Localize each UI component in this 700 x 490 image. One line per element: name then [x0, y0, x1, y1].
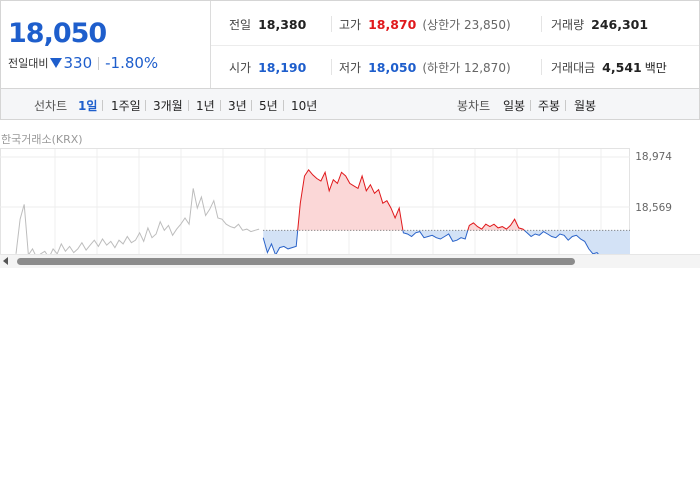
stat-divider — [331, 59, 332, 75]
toolbar-divider — [188, 100, 189, 111]
toolbar-divider — [145, 100, 146, 111]
stat-divider — [541, 16, 542, 32]
stat-high: 고가 18,870 (상한가 23,850) — [339, 15, 511, 33]
change-amount: 330 — [63, 54, 93, 72]
stat-value: 18,190 — [258, 59, 307, 75]
down-triangle-icon — [50, 58, 63, 68]
period-3-month-tab[interactable]: 3개월 — [153, 97, 183, 114]
period-3-year-tab[interactable]: 3년 — [228, 97, 247, 114]
chart-toolbar: 선차트 1일 1주일 3개월 1년 3년 5년 10년 봉차트 일봉 주봉 월봉 — [0, 88, 700, 120]
stock-summary-panel: 18,050 전일대비 330 -1.80% 전일 18,380 고가 18,8… — [0, 0, 700, 89]
chart-fill-areas — [263, 169, 630, 258]
data-source-label: 한국거래소(KRX) — [1, 133, 83, 146]
stat-label: 저가 — [339, 60, 362, 75]
stat-value: 18,380 — [258, 16, 307, 32]
toolbar-divider — [220, 100, 221, 111]
stat-prev-close: 전일 18,380 — [229, 15, 306, 33]
stat-label: 시가 — [229, 60, 252, 75]
y-tick-label: 18,569 — [635, 202, 672, 214]
stat-value: 18,050 — [368, 59, 417, 75]
line-chart-label: 선차트 — [34, 99, 68, 113]
stats-row-divider — [211, 45, 699, 46]
stat-low: 저가 18,050 (하한가 12,870) — [339, 58, 511, 76]
change-divider — [98, 56, 100, 70]
candle-daily-tab[interactable]: 일봉 — [503, 97, 525, 114]
period-5-year-tab[interactable]: 5년 — [259, 97, 278, 114]
stat-value: 246,301 — [591, 16, 649, 32]
candle-weekly-tab[interactable]: 주봉 — [538, 97, 560, 114]
change-row: 전일대비 330 -1.80% — [8, 54, 158, 72]
lower-limit-label: (하한가 12,870) — [422, 60, 511, 75]
stat-divider — [331, 16, 332, 32]
y-tick-label: 18,974 — [635, 151, 672, 163]
stat-label: 고가 — [339, 17, 362, 32]
change-rate: -1.80% — [105, 54, 159, 72]
current-price: 18,050 — [8, 18, 107, 49]
stat-label: 전일 — [229, 17, 252, 32]
stat-divider — [541, 59, 542, 75]
stat-value: 18,870 — [368, 16, 417, 32]
stat-volume: 거래량 246,301 — [551, 15, 648, 33]
period-1-week-tab[interactable]: 1주일 — [111, 97, 141, 114]
scroll-left-arrow-icon[interactable] — [3, 257, 8, 265]
stat-value: 4,541 — [602, 59, 642, 75]
toolbar-divider — [283, 100, 284, 111]
period-10-year-tab[interactable]: 10년 — [291, 97, 317, 114]
toolbar-divider — [530, 100, 531, 111]
change-label: 전일대비 — [8, 57, 49, 70]
upper-limit-label: (상한가 23,850) — [422, 17, 511, 32]
toolbar-divider — [251, 100, 252, 111]
stat-unit: 백만 — [644, 60, 667, 75]
stat-label: 거래량 — [551, 17, 585, 32]
toolbar-divider — [102, 100, 103, 111]
candle-monthly-tab[interactable]: 월봉 — [574, 97, 596, 114]
chart-horizontal-scrollbar[interactable] — [0, 254, 700, 268]
stat-trade-value: 거래대금 4,541 백만 — [551, 58, 667, 76]
scrollbar-thumb[interactable] — [17, 258, 575, 265]
stat-label: 거래대금 — [551, 60, 596, 75]
period-1-day-tab[interactable]: 1일 — [78, 97, 97, 114]
toolbar-divider — [565, 100, 566, 111]
candle-chart-label: 봉차트 — [457, 99, 491, 113]
intraday-price-chart: 18,974 18,569 — [0, 148, 672, 258]
stat-open: 시가 18,190 — [229, 58, 306, 76]
price-box: 18,050 전일대비 330 -1.80% — [1, 1, 211, 89]
period-1-year-tab[interactable]: 1년 — [196, 97, 215, 114]
